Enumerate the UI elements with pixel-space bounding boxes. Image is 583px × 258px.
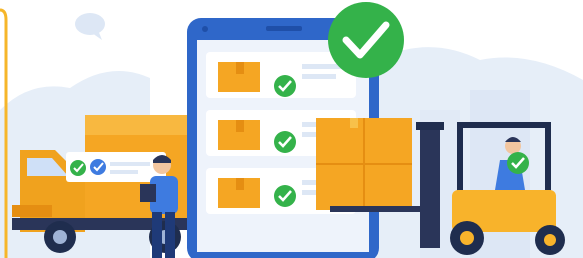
package-icon xyxy=(316,118,422,212)
check-icon xyxy=(274,75,296,97)
check-icon xyxy=(274,131,296,153)
logistics-illustration xyxy=(0,0,583,258)
check-icon xyxy=(90,159,106,175)
check-icon xyxy=(328,2,404,78)
check-icon xyxy=(274,185,296,207)
chat-bubble-icon xyxy=(75,13,105,40)
truck-checklist-card xyxy=(66,152,166,182)
check-icon xyxy=(70,160,86,176)
illustration-canvas xyxy=(0,2,583,258)
check-icon xyxy=(507,152,529,174)
